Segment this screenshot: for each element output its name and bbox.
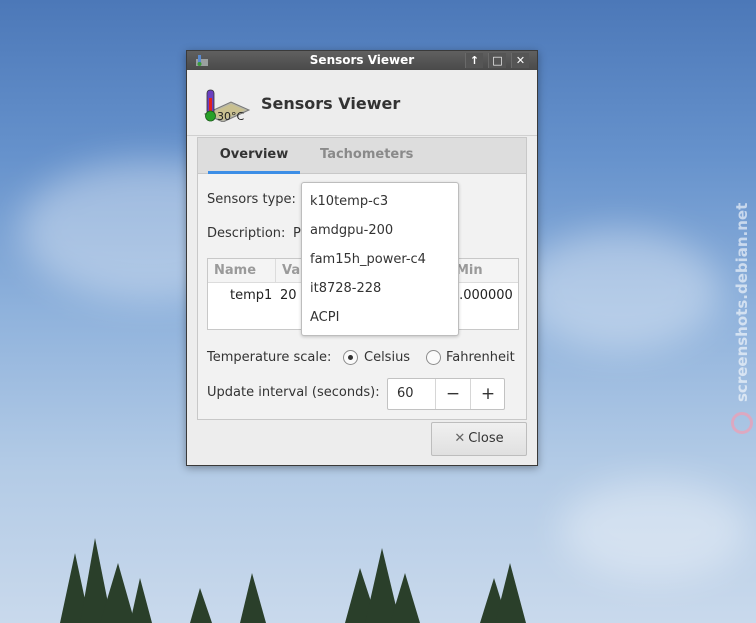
fahrenheit-label[interactable]: Fahrenheit <box>446 350 515 365</box>
update-interval-label: Update interval (seconds): <box>207 385 380 400</box>
tab-bar: Overview Tachometers <box>198 138 526 174</box>
window-title: Sensors Viewer <box>309 53 415 67</box>
update-interval-value[interactable]: 60 <box>397 386 414 401</box>
temperature-scale-label: Temperature scale: <box>207 350 332 365</box>
watermark-logo-icon <box>731 412 753 434</box>
icon-temperature-label: 30°C <box>217 110 245 123</box>
dialog-header: 30°C Sensors Viewer <box>187 70 537 136</box>
shade-button[interactable]: ↑ <box>465 53 483 68</box>
dropdown-option[interactable]: ACPI <box>310 310 339 325</box>
decrement-button[interactable]: − <box>435 379 470 409</box>
description-value: P <box>293 226 301 241</box>
dropdown-option[interactable]: it8728-228 <box>310 281 381 296</box>
column-separator <box>275 259 276 283</box>
tab-overview[interactable]: Overview <box>208 147 300 174</box>
sensors-type-dropdown[interactable]: k10temp-c3 amdgpu-200 fam15h_power-c4 it… <box>301 182 459 336</box>
close-button[interactable]: ✕ Close <box>431 422 527 456</box>
close-window-button[interactable]: ✕ <box>511 53 529 68</box>
close-icon: ✕ <box>454 431 466 446</box>
fahrenheit-radio[interactable] <box>426 350 441 365</box>
dropdown-option[interactable]: fam15h_power-c4 <box>310 252 426 267</box>
cell-min: ).000000 <box>454 288 513 303</box>
cloud <box>520 230 720 350</box>
title-bar[interactable]: Sensors Viewer ↑ □ ✕ <box>187 51 537 70</box>
close-button-label: Close <box>468 431 504 446</box>
dropdown-option[interactable]: amdgpu-200 <box>310 223 393 238</box>
tab-tachometers[interactable]: Tachometers <box>320 147 413 162</box>
update-interval-spinbutton[interactable]: 60 − + <box>387 378 505 410</box>
celsius-radio[interactable] <box>343 350 358 365</box>
active-tab-indicator <box>208 171 300 174</box>
celsius-label[interactable]: Celsius <box>364 350 410 365</box>
sensors-type-label: Sensors type: <box>207 192 296 207</box>
description-label: Description: <box>207 226 286 241</box>
column-header-name[interactable]: Name <box>214 263 256 278</box>
column-header-min[interactable]: Min <box>456 263 483 278</box>
treeline <box>60 538 526 623</box>
watermark-text: screenshots.debian.net <box>733 202 751 402</box>
increment-button[interactable]: + <box>470 379 505 409</box>
dropdown-option[interactable]: k10temp-c3 <box>310 194 388 209</box>
cell-name: temp1 <box>230 288 273 303</box>
tab-overview-label: Overview <box>219 147 289 162</box>
maximize-button[interactable]: □ <box>488 53 506 68</box>
dialog-title: Sensors Viewer <box>261 94 401 113</box>
